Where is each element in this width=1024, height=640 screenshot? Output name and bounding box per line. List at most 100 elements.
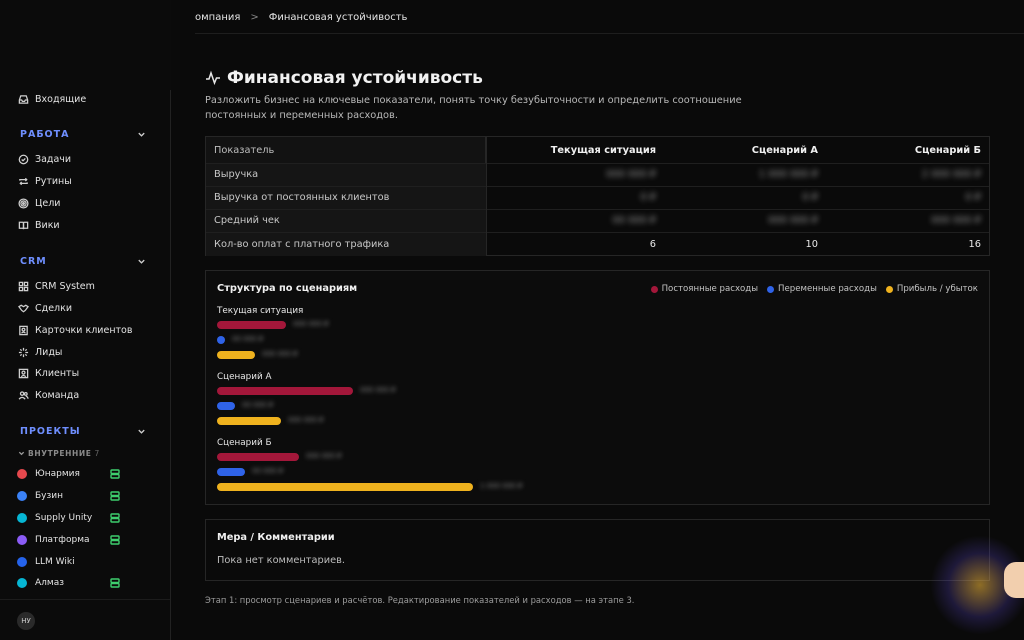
section-work[interactable]: РАБОТА <box>20 127 146 141</box>
project-item[interactable]: Supply Unity <box>17 510 125 526</box>
sidebar-item-label: Команда <box>35 389 80 401</box>
breadcrumb-current: Финансовая устойчивость <box>268 11 408 23</box>
user-card-icon <box>17 367 29 379</box>
server-icon <box>110 491 120 501</box>
divider <box>170 90 171 640</box>
chart-bar-value: 000 000 ₽ <box>288 416 324 424</box>
project-color-dot <box>17 578 27 588</box>
sidebar-item-deals[interactable]: Сделки <box>17 300 72 316</box>
table-cell: 0 ₽ <box>965 192 981 203</box>
group-title: ВНУТРЕННИЕ <box>28 448 92 458</box>
section-title: ПРОЕКТЫ <box>20 425 81 437</box>
table-cell: 000 000 ₽ <box>768 215 818 226</box>
chart-bar <box>217 351 255 359</box>
book-icon <box>17 219 29 231</box>
chart-bar-value: 000 000 ₽ <box>360 386 396 394</box>
inbox-icon <box>17 93 29 105</box>
activity-icon <box>206 70 220 86</box>
table-header-scenario-a: Сценарий А <box>751 144 818 156</box>
handshake-icon <box>17 302 29 314</box>
chart-bar-value: 00 000 ₽ <box>242 401 274 409</box>
project-item[interactable]: Платформа <box>17 532 125 548</box>
sidebar-item-inbox[interactable]: Входящие <box>17 91 86 107</box>
section-crm[interactable]: CRM <box>20 254 146 268</box>
chevron-down-icon <box>138 132 145 137</box>
legend-item: Прибыль / убыток <box>885 284 978 294</box>
repeat-icon <box>17 175 29 187</box>
legend-swatch <box>767 285 775 293</box>
scenario-label: Сценарий Б <box>217 438 272 448</box>
sidebar-item-label: Входящие <box>35 93 87 105</box>
section-title: CRM <box>20 255 47 267</box>
project-name: LLM Wiki <box>35 557 75 567</box>
chart-bar-value: 00 000 ₽ <box>252 467 284 475</box>
chart-bar <box>217 336 225 344</box>
chart-bar <box>217 387 353 395</box>
project-item[interactable]: Алмаз <box>17 575 125 591</box>
sidebar-item-leads[interactable]: Лиды <box>17 344 62 360</box>
project-item[interactable]: Бузин <box>17 488 125 504</box>
sidebar-item-label: Клиенты <box>35 367 80 379</box>
project-name: Юнармия <box>35 469 80 479</box>
sidebar-item-label: Вики <box>35 219 60 231</box>
sidebar-item-crm-system[interactable]: CRM System <box>17 278 95 294</box>
table-header-current: Текущая ситуация <box>550 144 656 156</box>
server-icon <box>110 578 120 588</box>
table-cell: 2 000 000 ₽ <box>921 169 981 180</box>
table-row-label: Выручка <box>214 169 259 180</box>
users-icon <box>17 389 29 401</box>
sidebar-item-clients[interactable]: Клиенты <box>17 365 79 381</box>
sidebar-item-client-cards[interactable]: Карточки клиентов <box>17 322 132 338</box>
chart-legend: Постоянные расходы Переменные расходы Приб… <box>642 284 978 294</box>
legend-swatch <box>650 285 658 293</box>
chart-bar <box>217 453 299 461</box>
sidebar-item-goals[interactable]: Цели <box>17 195 60 211</box>
chart-bar <box>217 321 286 329</box>
table-cell: 6 <box>649 239 656 250</box>
sidebar-item-label: CRM System <box>35 280 95 292</box>
project-color-dot <box>17 469 27 479</box>
table-cell: 10 <box>805 239 818 250</box>
structure-chart: Структура по сценариям Постоянные расход… <box>205 270 990 505</box>
metrics-table: Показатель Текущая ситуация Сценарий А С… <box>205 136 990 256</box>
chart-bar-value: 000 000 ₽ <box>293 320 329 328</box>
chart-bar-value: 000 000 ₽ <box>306 452 342 460</box>
project-name: Supply Unity <box>35 513 93 523</box>
chevron-down-icon <box>18 451 25 455</box>
project-item[interactable]: Юнармия <box>17 466 125 482</box>
legend-swatch <box>885 285 893 293</box>
group-count: 7 <box>94 448 100 458</box>
sidebar-item-label: Сделки <box>35 302 73 314</box>
breadcrumb-parent[interactable]: омпания <box>195 12 240 23</box>
comments-panel: Мера / Комментарии Пока нет комментариев… <box>205 519 990 581</box>
sidebar-item-team[interactable]: Команда <box>17 387 79 403</box>
legend-label: Прибыль / убыток <box>896 284 978 294</box>
group-internal[interactable]: ВНУТРЕННИЕ 7 <box>18 447 100 459</box>
breadcrumb: омпания > Финансовая устойчивость <box>195 10 407 24</box>
sidebar-item-routines[interactable]: Рутины <box>17 173 72 189</box>
chart-title: Структура по сценариям <box>217 283 358 294</box>
chart-bar-value: 1 000 000 ₽ <box>480 482 523 490</box>
target-icon <box>17 197 29 209</box>
grid-icon <box>17 280 29 292</box>
table-cell: 16 <box>968 239 981 250</box>
page-title-text: Финансовая устойчивость <box>227 68 483 88</box>
sparkle-icon <box>17 346 29 358</box>
table-row-label: Кол-во оплат с платного трафика <box>214 239 390 250</box>
legend-label: Переменные расходы <box>778 284 877 294</box>
sidebar-item-label: Рутины <box>35 175 72 187</box>
contact-card-icon <box>17 324 29 336</box>
hand-pointer-icon <box>1004 562 1024 598</box>
sidebar-item-tasks[interactable]: Задачи <box>17 151 71 167</box>
section-title: РАБОТА <box>20 128 70 140</box>
divider <box>195 33 1024 34</box>
table-cell: 000 000 ₽ <box>931 215 981 226</box>
avatar[interactable]: НУ <box>17 612 35 630</box>
sidebar-item-wiki[interactable]: Вики <box>17 217 60 233</box>
section-projects[interactable]: ПРОЕКТЫ <box>20 424 146 438</box>
project-item[interactable]: LLM Wiki <box>17 554 125 570</box>
divider <box>486 137 487 256</box>
project-name: Алмаз <box>35 578 64 588</box>
chart-bar <box>217 483 473 491</box>
legend-item: Переменные расходы <box>767 284 877 294</box>
